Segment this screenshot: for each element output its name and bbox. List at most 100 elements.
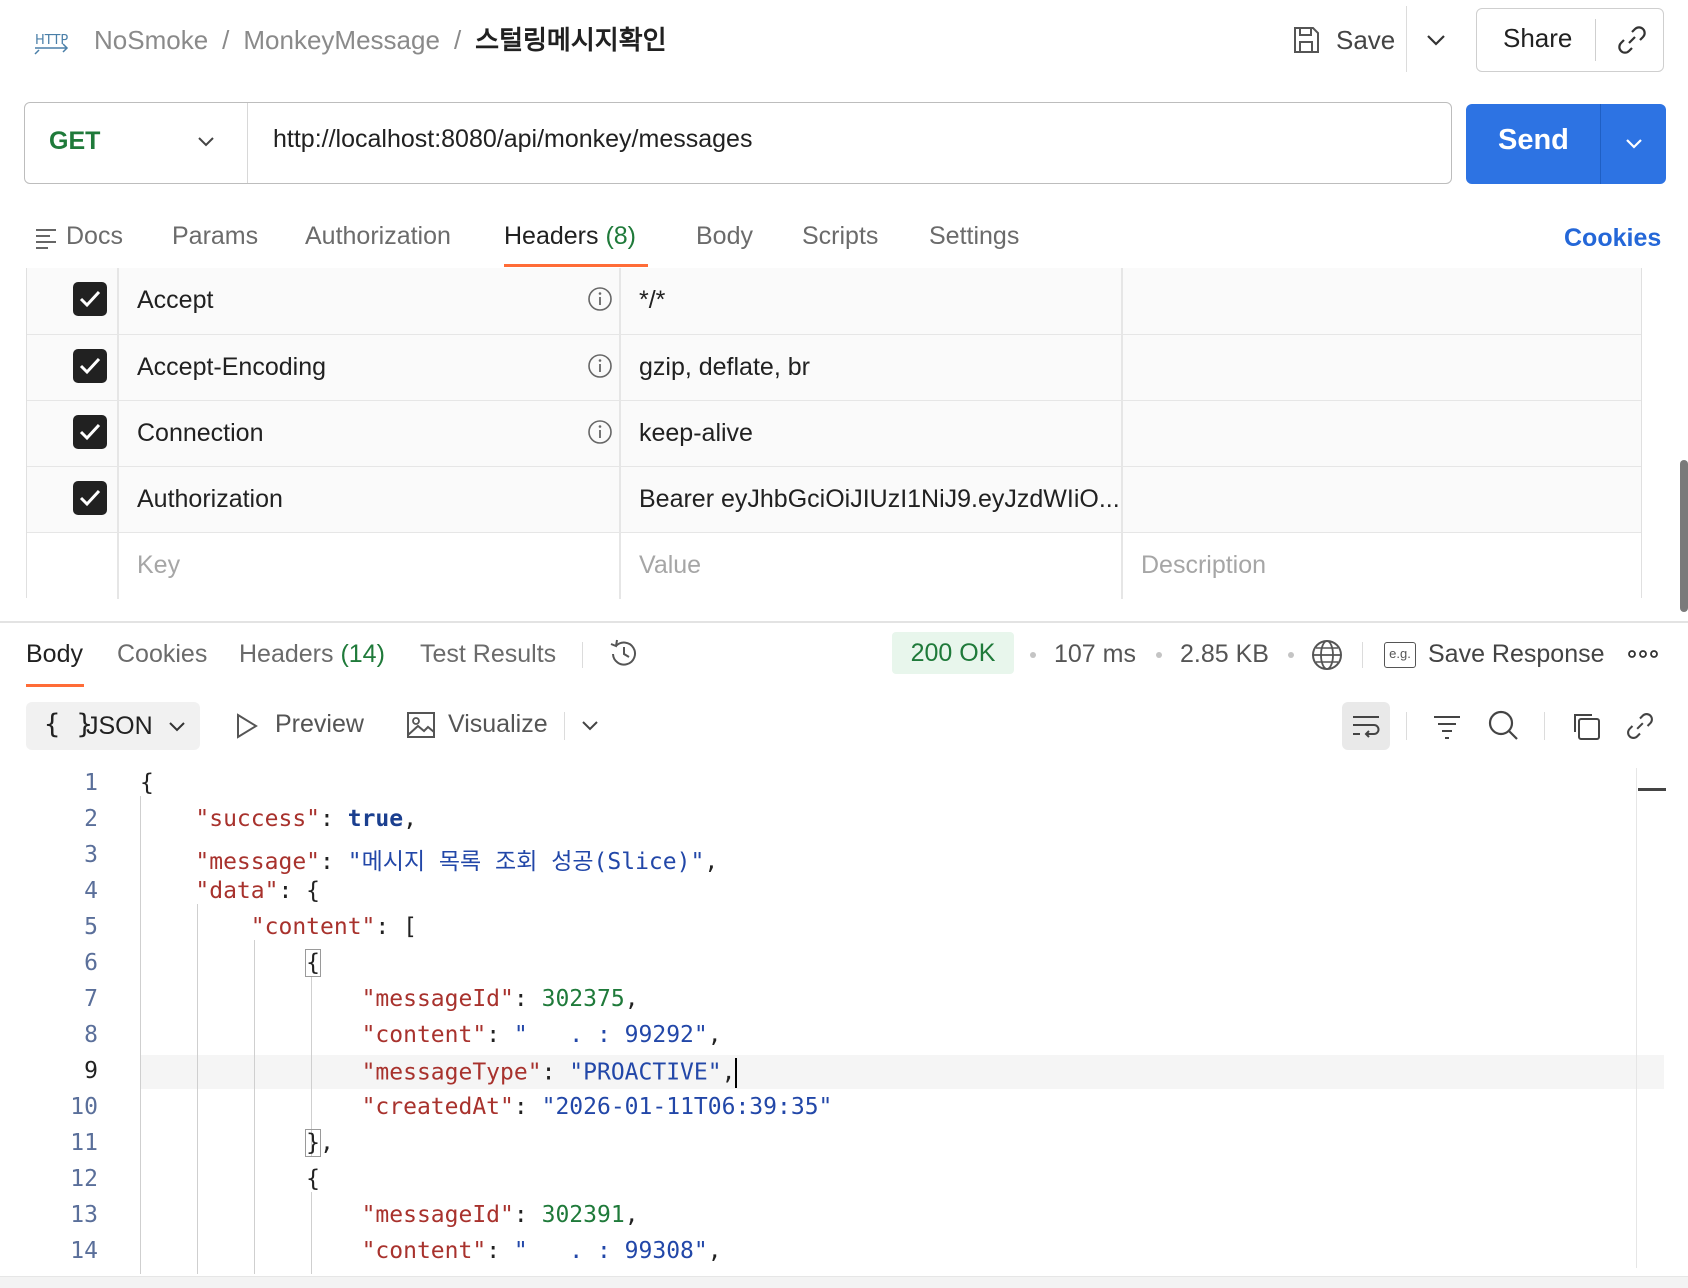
more-icon[interactable]	[1628, 648, 1658, 660]
header-enabled-checkbox[interactable]	[73, 415, 107, 449]
scrollbar[interactable]	[1680, 460, 1688, 612]
header-key[interactable]: Accept	[137, 286, 213, 315]
tab-response-cookies[interactable]: Cookies	[117, 640, 207, 669]
chevron-down-icon[interactable]	[191, 127, 221, 157]
code-line: "content": " . : 99308",	[361, 1238, 722, 1264]
json-key: "content"	[361, 1022, 487, 1048]
save-label: Save	[1336, 24, 1396, 55]
tab-scripts[interactable]: Scripts	[802, 222, 878, 251]
divider	[1406, 6, 1407, 72]
header-enabled-checkbox[interactable]	[73, 282, 107, 316]
format-select[interactable]: { } JSON	[26, 702, 200, 750]
status-badge[interactable]: 200 OK	[892, 632, 1014, 674]
info-icon[interactable]	[587, 353, 613, 379]
code-line: "success": true,	[195, 806, 417, 832]
response-size[interactable]: 2.85 KB	[1180, 640, 1269, 669]
matching-brace: {	[305, 949, 322, 977]
divider	[619, 401, 621, 467]
history-icon[interactable]	[606, 636, 642, 672]
send-button[interactable]: Send	[1466, 104, 1666, 184]
breadcrumb-collection[interactable]: MonkeyMessage	[243, 25, 440, 55]
visualize-button[interactable]: Visualize	[448, 710, 548, 739]
save-response-button[interactable]: Save Response	[1428, 640, 1605, 669]
new-header-key-input[interactable]: Key	[137, 551, 180, 580]
header-enabled-checkbox[interactable]	[73, 481, 107, 515]
chevron-down-icon[interactable]	[1418, 22, 1454, 58]
tab-params[interactable]: Params	[172, 222, 258, 251]
line-number: 14	[70, 1238, 98, 1264]
checkbox-checked-icon	[79, 489, 101, 507]
tab-response-headers[interactable]: Headers (14)	[239, 640, 385, 669]
preview-button[interactable]: Preview	[275, 710, 364, 739]
http-icon: HTTP	[34, 33, 68, 55]
tab-docs[interactable]: Docs	[66, 222, 123, 251]
json-number: 302375	[541, 986, 625, 1012]
panel-divider[interactable]	[0, 621, 1688, 623]
new-header-value-input[interactable]: Value	[639, 551, 701, 580]
header-value[interactable]: */*	[639, 286, 665, 315]
tab-body[interactable]: Body	[696, 222, 753, 251]
divider	[117, 335, 119, 401]
globe-icon[interactable]	[1310, 638, 1344, 672]
tab-headers[interactable]: Headers (8)	[504, 222, 636, 251]
info-icon[interactable]	[587, 419, 613, 445]
tab-response-body[interactable]: Body	[26, 640, 83, 669]
link-icon[interactable]	[1624, 710, 1656, 742]
json-number: 302391	[541, 1202, 625, 1228]
divider	[1544, 712, 1545, 740]
code-line: {	[140, 770, 154, 796]
header-value[interactable]: gzip, deflate, br	[639, 353, 810, 382]
filter-icon[interactable]	[1432, 712, 1462, 740]
chevron-down-icon[interactable]	[578, 714, 602, 738]
divider	[1121, 401, 1123, 467]
code-line: },	[305, 1129, 334, 1157]
code-line: "content": [	[250, 914, 417, 940]
docs-icon	[36, 229, 56, 249]
divider	[619, 533, 621, 599]
request-name[interactable]: 스털링메시지확인	[475, 25, 666, 55]
editor-scroll-marker[interactable]	[1638, 788, 1666, 791]
header-value[interactable]: Bearer eyJhbGciOiJIUzI1NiJ9.eyJzdWIiO...	[639, 485, 1120, 514]
header-key[interactable]: Connection	[137, 419, 263, 448]
request-tabs: Docs Params Authorization Headers (8) Bo…	[0, 210, 1688, 270]
header-enabled-checkbox[interactable]	[73, 349, 107, 383]
text-cursor	[735, 1058, 738, 1088]
response-body-editor[interactable]: 1 2 3 4 5 6 7 8 9 10 11 12 13 14 { "succ…	[0, 766, 1668, 1274]
share-button[interactable]: Share	[1476, 8, 1664, 72]
search-icon[interactable]	[1486, 708, 1520, 742]
tab-test-results[interactable]: Test Results	[420, 640, 556, 669]
method-select[interactable]: GET	[49, 127, 100, 156]
header-value[interactable]: keep-alive	[639, 419, 753, 448]
editor-scrollbar-track[interactable]	[1636, 768, 1637, 1268]
play-icon	[237, 713, 258, 739]
divider	[1362, 642, 1363, 668]
wrap-icon	[1353, 716, 1380, 738]
header-key[interactable]: Accept-Encoding	[137, 353, 326, 382]
divider	[619, 467, 621, 533]
matching-brace: }	[305, 1129, 322, 1157]
wrap-lines-button[interactable]	[1342, 702, 1390, 750]
new-header-description-input[interactable]: Description	[1141, 551, 1266, 580]
breadcrumb-workspace[interactable]: NoSmoke	[94, 25, 208, 55]
tab-settings[interactable]: Settings	[929, 222, 1019, 251]
copy-icon[interactable]	[1570, 710, 1602, 742]
line-number: 9	[84, 1058, 98, 1084]
line-number: 8	[84, 1022, 98, 1048]
example-icon: e.g.	[1384, 642, 1416, 668]
chevron-down-icon[interactable]	[1618, 128, 1650, 160]
code-line: "message": "메시지 목록 조회 성공(Slice)",	[195, 849, 719, 875]
link-icon[interactable]	[1615, 23, 1649, 57]
tab-headers-count: (8)	[605, 222, 637, 250]
line-number: 5	[84, 914, 98, 940]
response-time[interactable]: 107 ms	[1054, 640, 1136, 669]
json-key: "messageType"	[361, 1059, 542, 1086]
chevron-down-icon	[169, 722, 185, 732]
tab-authorization[interactable]: Authorization	[305, 222, 451, 251]
url-input[interactable]: http://localhost:8080/api/monkey/message…	[273, 125, 752, 154]
header-key[interactable]: Authorization	[137, 485, 283, 514]
save-button[interactable]: Save	[1290, 18, 1395, 62]
separator-dot	[1156, 652, 1162, 658]
status-bar	[0, 1276, 1688, 1288]
cookies-link[interactable]: Cookies	[1564, 224, 1661, 253]
info-icon[interactable]	[587, 286, 613, 312]
